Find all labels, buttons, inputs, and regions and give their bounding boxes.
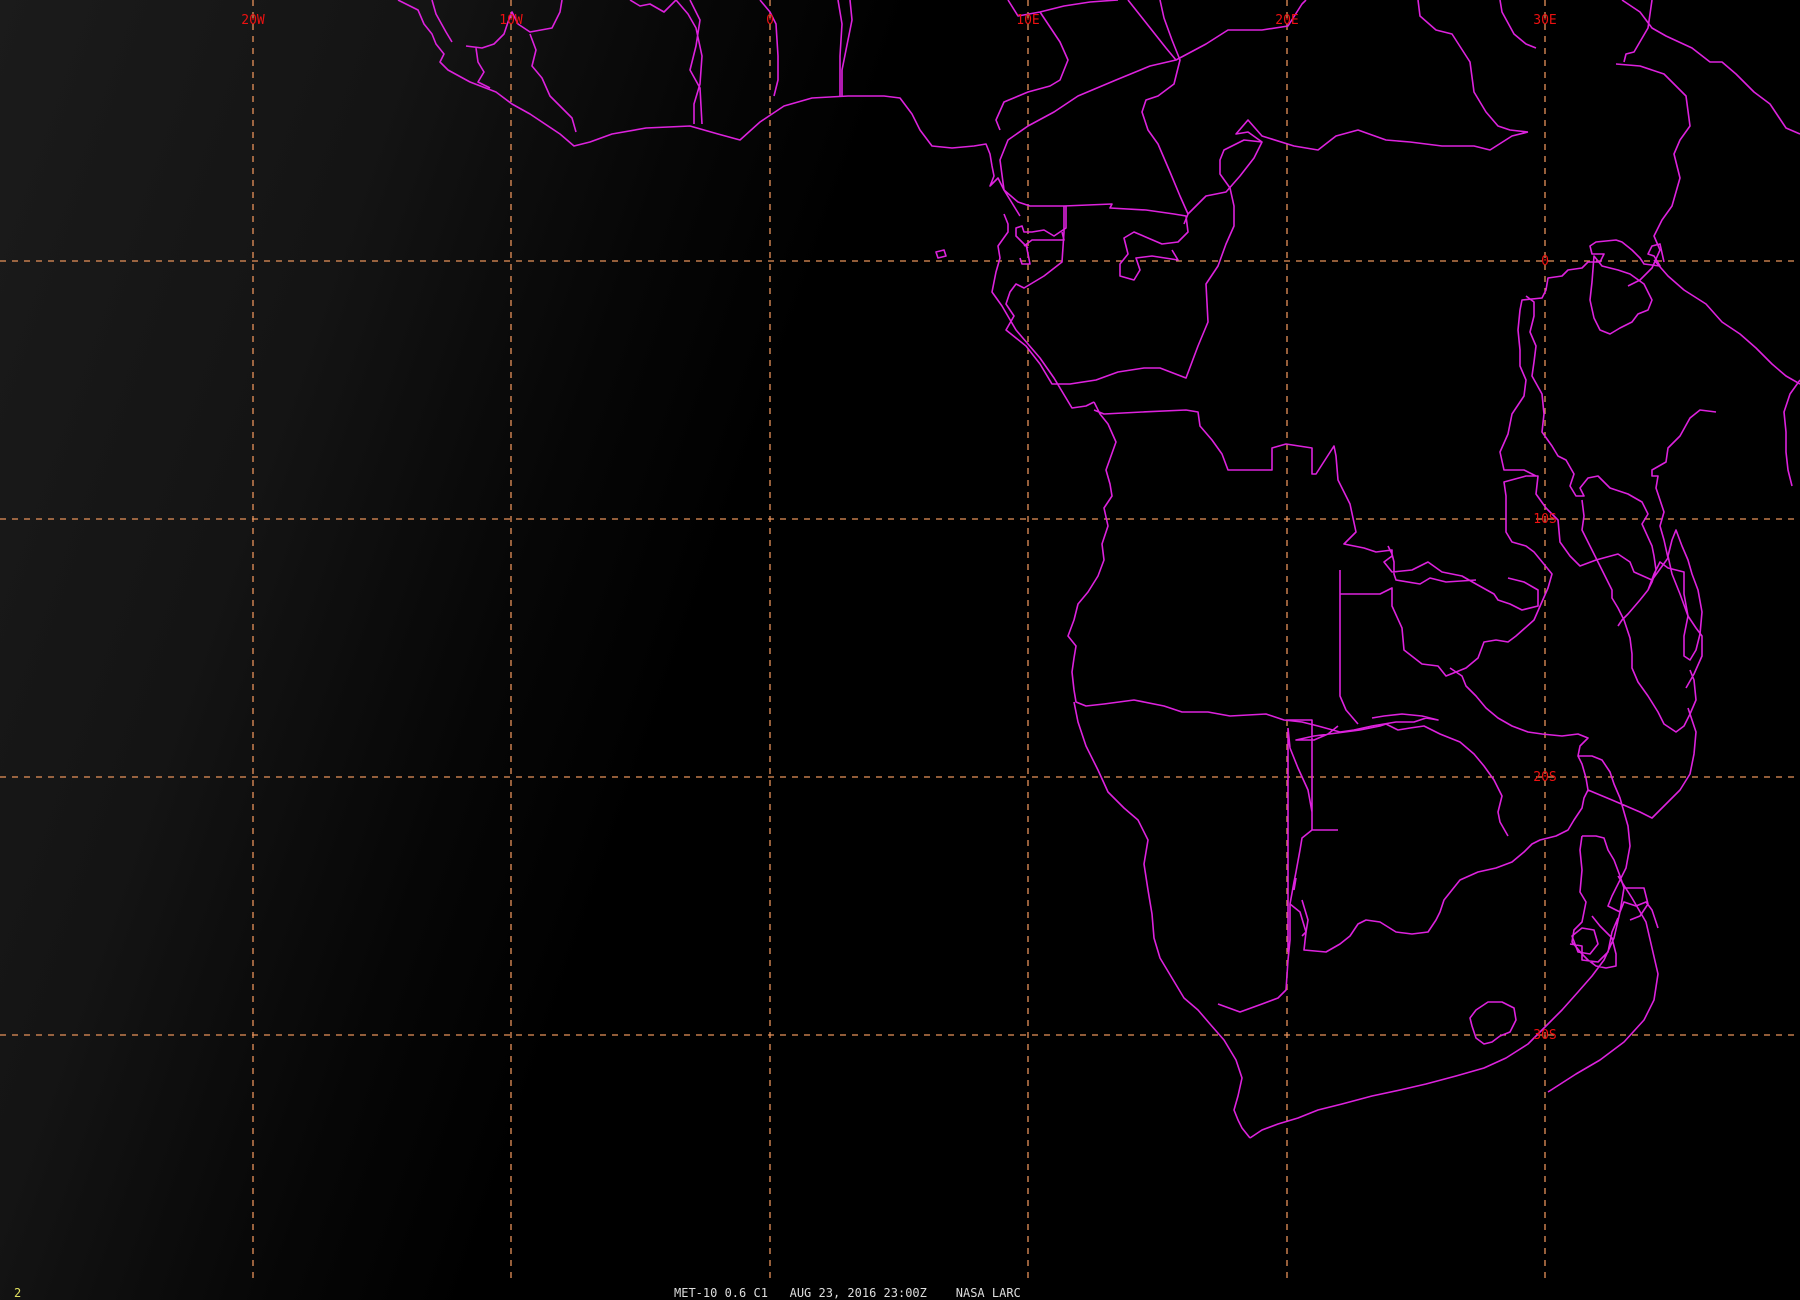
latitude-label: 0 <box>1541 254 1549 269</box>
longitude-label: 0 <box>766 13 774 28</box>
latitude-label: 20S <box>1533 770 1556 785</box>
daylight-terminator <box>0 0 1800 1300</box>
frame-number: 2 <box>14 1286 22 1300</box>
longitude-label: 10W <box>499 13 523 28</box>
longitude-label: 10E <box>1016 13 1039 28</box>
latitude-label: 10S <box>1533 512 1556 527</box>
longitude-label: 30E <box>1533 13 1556 28</box>
longitude-label: 20W <box>241 13 265 28</box>
satellite-map: 20W 10W 0 10E 20E 30E 0 10S 20S 30S <box>0 0 1800 1300</box>
longitude-label: 20E <box>1275 13 1298 28</box>
latitude-label: 30S <box>1533 1028 1556 1043</box>
image-caption: MET-10 0.6 C1 AUG 23, 2016 23:00Z NASA L… <box>674 1286 1021 1300</box>
